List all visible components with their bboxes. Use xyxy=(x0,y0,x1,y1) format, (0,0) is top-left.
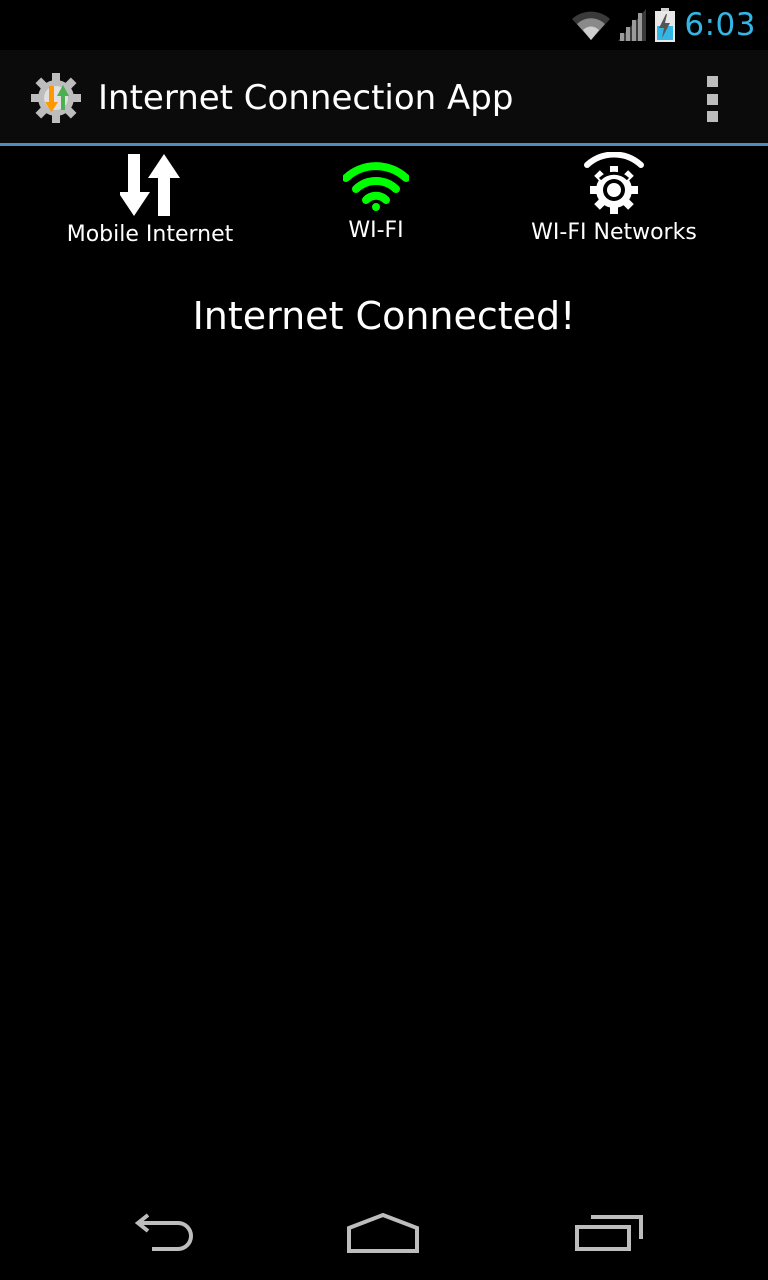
action-bar-divider xyxy=(0,143,768,146)
home-button[interactable] xyxy=(338,1208,428,1258)
overflow-dot xyxy=(706,111,718,122)
overflow-menu-icon[interactable] xyxy=(704,76,720,122)
wifi-gear-icon xyxy=(584,152,644,214)
wifi-icon xyxy=(572,11,611,40)
wifi-icon xyxy=(343,162,409,211)
status-icons: 6:03 xyxy=(572,0,756,50)
battery-charging-icon xyxy=(655,8,676,42)
back-icon xyxy=(134,1213,193,1251)
wifi-label: WI-FI xyxy=(348,218,404,243)
mobile-internet-button[interactable]: Mobile Internet xyxy=(58,154,242,247)
gear-arrows-icon[interactable] xyxy=(30,72,82,124)
home-icon xyxy=(347,1212,419,1253)
wifi-networks-label: WI-FI Networks xyxy=(531,220,697,245)
status-time: 6:03 xyxy=(684,7,756,43)
app-title: Internet Connection App xyxy=(98,78,514,118)
status-bar: 6:03 xyxy=(0,0,768,50)
back-button[interactable] xyxy=(116,1208,206,1258)
cell-signal-icon xyxy=(618,9,647,41)
connection-status-message: Internet Connected! xyxy=(192,294,576,338)
up-down-arrows-icon xyxy=(120,154,180,216)
wifi-button[interactable]: WI-FI xyxy=(316,160,436,243)
mobile-internet-label: Mobile Internet xyxy=(66,222,234,247)
overflow-dot xyxy=(706,76,718,87)
wifi-networks-button[interactable]: WI-FI Networks xyxy=(520,152,708,245)
overflow-dot xyxy=(706,93,718,105)
recent-apps-icon xyxy=(575,1215,643,1251)
recent-apps-button[interactable] xyxy=(564,1208,654,1258)
